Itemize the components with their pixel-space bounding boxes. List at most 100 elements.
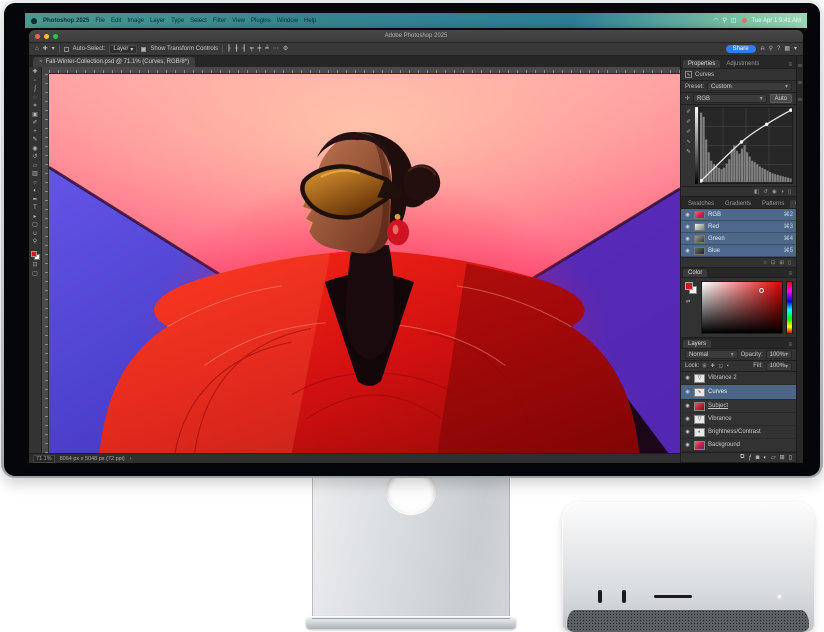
menu-help[interactable]: Help [304,18,316,24]
visibility-eye-icon[interactable]: ◉ [684,212,691,218]
layer-row-brightness-contrast[interactable]: ◉◐Brightness/Contrast [681,426,796,439]
curve-plot[interactable] [699,107,793,184]
targeted-adjustment-icon[interactable]: ✛ [685,96,690,102]
workspace-switcher-icon[interactable]: ▦ [784,46,790,52]
eraser-tool[interactable]: ▱ [33,163,38,169]
help-icon[interactable]: ? [777,46,780,52]
tab-swatches[interactable]: Swatches [683,200,719,208]
collapsed-panels-strip[interactable] [796,56,803,463]
dropdown-caret-icon[interactable]: ▾ [794,46,797,52]
color-swatches-tool[interactable] [31,251,40,260]
menu-view[interactable]: View [232,18,245,24]
layer-mask-icon[interactable]: ◙ [756,455,760,461]
move-tool-icon[interactable]: ✚ [43,46,48,52]
menu-layer[interactable]: Layer [150,18,165,24]
notifications-bell-icon[interactable]: ⍾ [761,46,765,52]
layer-row-vibrance[interactable]: ◉▽Vibrance [681,413,796,426]
frame-tool[interactable]: ▣ [32,112,38,118]
black-point-eyedropper-icon[interactable]: ✐ [686,129,691,135]
menu-window[interactable]: Window [277,18,298,24]
blur-tool[interactable]: ○ [33,180,37,186]
visibility-eye-icon[interactable]: ◉ [684,375,691,381]
menu-plugins[interactable]: Plugins [251,18,271,24]
visibility-eye-icon[interactable]: ◉ [684,248,691,254]
panel-menu-icon[interactable]: ≡ [786,342,794,348]
control-center-icon[interactable]: ◫ [731,17,737,24]
menu-select[interactable]: Select [190,18,207,24]
layer-thumbnail[interactable] [694,441,705,450]
eyedropper-tool[interactable]: ✐ [32,120,37,126]
channel-row-blue[interactable]: ◉Blue⌘5 [681,245,796,257]
menu-bar-clock[interactable]: Tue Apr 1 9:41 AM [752,18,801,24]
quick-mask-icon[interactable]: ⊡ [32,262,37,268]
layer-thumbnail[interactable]: ◐ [694,428,705,437]
foreground-color-chip[interactable] [31,251,37,257]
visibility-eye-icon[interactable]: ◉ [684,442,691,448]
pen-tool[interactable]: ✒ [32,197,37,203]
reset-icon[interactable]: ↺ [763,189,768,195]
clip-to-layer-icon[interactable]: ◧ [754,189,759,195]
zoom-level[interactable]: 71.1% [33,455,55,463]
link-layers-icon[interactable]: ⧉ [740,454,744,461]
edit-points-icon[interactable]: ∿ [686,139,691,145]
menu-filter[interactable]: Filter [213,18,226,24]
layer-row-subject[interactable]: ◉Subject [681,400,796,413]
layer-row-vibrance-2[interactable]: ◉▽Vibrance 2 [681,372,796,385]
channel-row-red[interactable]: ◉Red⌘3 [681,221,796,233]
search-icon[interactable]: ⚲ [769,46,773,52]
layer-thumbnail[interactable]: ▽ [694,415,705,424]
opacity-dropdown[interactable]: 100% ▾ [766,350,792,359]
align-center-h-icon[interactable]: ╂ [235,46,239,52]
delete-channel-icon[interactable]: ▯ [788,260,791,266]
visibility-eye-icon[interactable]: ◉ [772,189,777,195]
move-tool[interactable]: ✚ [32,69,37,75]
screen-mode-icon[interactable]: ▢ [32,271,38,277]
object-selection-tool[interactable]: ◌ [33,95,37,101]
align-bottom-icon[interactable]: ┷ [265,46,269,52]
lock-position-icon[interactable]: ◻ [719,363,723,369]
marquee-tool[interactable]: ▫ [34,78,36,84]
load-selection-icon[interactable]: ○ [763,260,766,266]
brush-tool[interactable]: ✎ [32,137,37,143]
auto-select-dropdown[interactable]: Layer▾ [109,45,137,54]
layer-row-curves[interactable]: ◉∿Curves [681,385,796,400]
new-channel-icon[interactable]: ⊞ [779,260,784,266]
menu-image[interactable]: Image [127,18,144,24]
hand-tool[interactable]: ∪ [33,231,37,237]
adjustment-layer-icon[interactable]: ◐ [763,455,767,461]
tab-gradients[interactable]: Gradients [720,200,756,208]
menu-edit[interactable]: Edit [111,18,121,24]
layer-thumbnail[interactable]: ▽ [694,374,705,383]
canvas-image[interactable] [49,74,680,453]
foreground-color-swatch[interactable] [685,282,693,290]
delete-layer-icon[interactable]: ▯ [789,454,792,461]
layer-thumbnail[interactable]: ∿ [694,388,705,397]
type-tool[interactable]: T [33,205,37,211]
dodge-tool[interactable]: ◐ [33,188,37,194]
healing-brush-tool[interactable]: + [33,129,37,135]
more-options-icon[interactable]: ⋯ [273,46,279,52]
zoom-tool[interactable]: ⚲ [33,239,37,245]
lock-pixels-icon[interactable]: ✚ [711,363,715,369]
settings-gear-icon[interactable]: ⚙ [283,46,288,52]
visibility-eye-icon[interactable]: ◉ [684,416,691,422]
menu-file[interactable]: File [95,18,105,24]
layer-thumbnail[interactable] [694,402,705,411]
channel-dropdown[interactable]: RGB ▾ [693,94,767,103]
layer-group-icon[interactable]: ▱ [771,454,776,461]
new-layer-icon[interactable]: ⊞ [780,454,785,461]
tab-properties[interactable]: Properties [683,60,720,68]
tab-layers[interactable]: Layers [683,340,711,348]
shape-tool[interactable]: ▢ [32,222,38,228]
align-right-icon[interactable]: ┨ [242,46,246,52]
visibility-eye-icon[interactable]: ◉ [684,403,691,409]
menu-type[interactable]: Type [171,18,184,24]
lasso-tool[interactable]: ʃ [34,86,35,92]
lock-all-icon[interactable]: ▪ [727,363,729,369]
draw-curve-pencil-icon[interactable]: ✎ [686,149,691,155]
saturation-brightness-field[interactable] [701,281,783,334]
status-chevron-icon[interactable]: › [130,456,132,462]
channel-row-rgb[interactable]: ◉RGB⌘2 [681,209,796,221]
panel-menu-icon[interactable]: ≡ [786,62,794,68]
search-icon[interactable]: ⚲ [722,17,726,24]
